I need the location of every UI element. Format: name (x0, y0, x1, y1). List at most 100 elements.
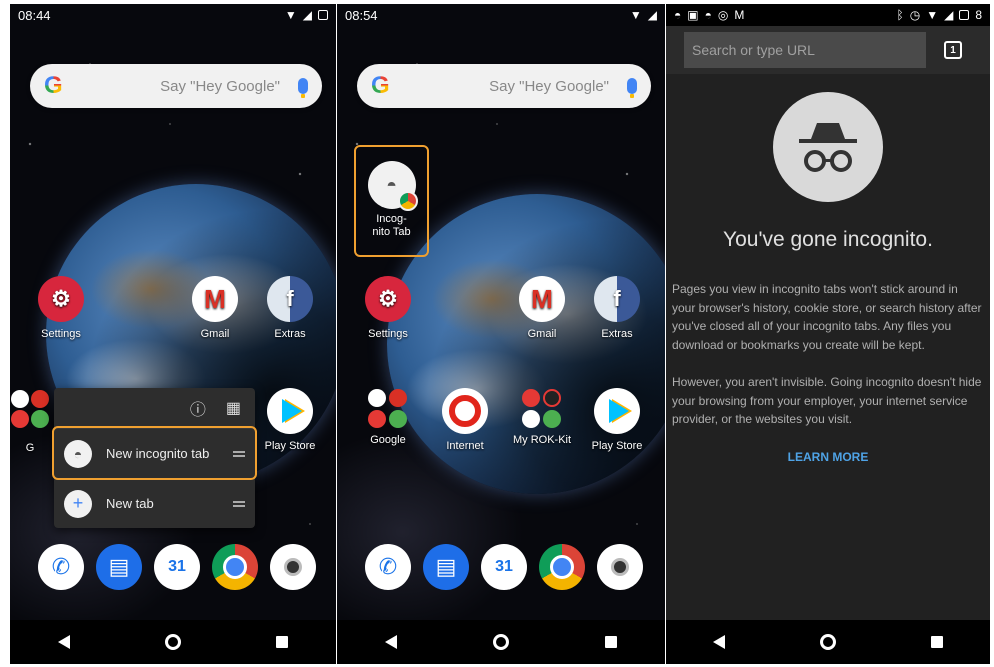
incognito-notification-icon: ◓ (704, 8, 712, 22)
play-store-icon (594, 388, 640, 434)
incognito-tab-shortcut[interactable]: ◓ Incog- nito Tab (354, 145, 429, 257)
app-label: Settings (368, 328, 408, 340)
internet-icon (442, 388, 488, 434)
home-icon[interactable] (164, 634, 181, 650)
gear-icon: ⚙ (365, 276, 411, 322)
google-folder-icon (11, 390, 49, 428)
search-hint: Say "Hey Google" (489, 77, 609, 95)
status-time: 08:54 (345, 7, 378, 23)
url-bar[interactable]: Search or type URL (684, 32, 926, 68)
status-bar: ◓ ▣ ◓ ◎ M ᛒ ◷ ▼ ◢ 8 (666, 4, 990, 26)
app-label: Play Store (591, 440, 643, 452)
back-icon[interactable] (57, 635, 70, 649)
incognito-icon: ◓ (64, 439, 92, 468)
gear-icon: ⚙ (38, 276, 84, 322)
app-google-label-partial: G (10, 442, 50, 454)
google-logo-icon: G (44, 72, 63, 99)
recents-icon[interactable] (930, 636, 943, 648)
status-right-icons: ᛒ ◷ ▼ ◢ 8 (897, 8, 983, 22)
menu-item-label: New tab (106, 496, 154, 511)
app-internet[interactable]: Internet (430, 388, 500, 452)
drag-handle-icon[interactable] (233, 450, 245, 457)
incognito-logo-icon (773, 92, 883, 202)
incognito-paragraph-2: However, you aren't invisible. Going inc… (672, 375, 982, 426)
signal-icon: ◢ (302, 8, 312, 22)
app-extras[interactable]: f Extras (255, 276, 325, 340)
app-label: Extras (274, 328, 306, 340)
extras-folder-icon: f (594, 276, 640, 322)
chrome-app-icon[interactable] (212, 544, 258, 590)
app-gmail[interactable]: M Gmail (507, 276, 577, 340)
incognito-paragraph-1: Pages you view in incognito tabs won't s… (672, 282, 982, 352)
menu-item-new-incognito-tab[interactable]: ◓ New incognito tab (52, 426, 257, 480)
shortcut-menu-actions: ⓘ ▦ (54, 388, 255, 428)
app-google-folder[interactable]: Google (353, 388, 423, 446)
app-settings[interactable]: ⚙ Settings (26, 276, 96, 340)
google-logo-icon: G (371, 72, 390, 99)
status-icons: ▼ ◢ (285, 8, 328, 22)
google-search-bar[interactable]: G Say "Hey Google" (30, 64, 322, 108)
messages-app-icon[interactable]: ▤ (96, 544, 142, 590)
rok-folder-icon (522, 388, 562, 428)
screenshot-root: 08:44 ▼ ◢ G Say "Hey Google" ⚙ Settings … (0, 0, 994, 667)
app-label: Gmail (527, 328, 557, 340)
menu-item-label: New incognito tab (106, 446, 210, 461)
extras-folder-icon: f (267, 276, 313, 322)
status-left-icons: ◓ ▣ ◓ ◎ M (674, 8, 744, 22)
wifi-icon: ▼ (926, 8, 939, 22)
drag-handle-icon[interactable] (233, 500, 245, 507)
bluetooth-icon: ᛒ (896, 8, 904, 22)
app-rok-kit[interactable]: My ROK-Kit (507, 388, 577, 446)
home-icon[interactable] (493, 634, 509, 650)
back-icon[interactable] (385, 635, 397, 649)
calendar-app-icon[interactable]: 31 (481, 544, 527, 590)
app-settings[interactable]: ⚙ Settings (353, 276, 423, 340)
m-notification-icon: M (734, 8, 745, 22)
calendar-day: 31 (168, 558, 186, 575)
wifi-icon: ▼ (284, 8, 297, 22)
signal-icon: ◢ (944, 8, 954, 22)
calendar-app-icon[interactable]: 31 (154, 544, 200, 590)
messages-app-icon[interactable]: ▤ (423, 544, 469, 590)
info-icon[interactable]: ⓘ (190, 396, 206, 420)
recents-icon[interactable] (605, 636, 617, 648)
widgets-icon[interactable]: ▦ (226, 398, 241, 418)
calendar-day: 31 (495, 558, 513, 575)
app-play-store[interactable]: Play Store (255, 388, 325, 452)
nav-bar (337, 620, 665, 664)
app-gmail[interactable]: M Gmail (180, 276, 250, 340)
back-icon[interactable] (713, 635, 726, 649)
app-label: Google (370, 434, 406, 446)
status-time: 08:44 (18, 7, 51, 23)
phone-app-icon[interactable]: ✆ (365, 544, 411, 590)
chrome-shortcut-menu: ⓘ ▦ ◓ New incognito tab + New tab (52, 388, 257, 528)
google-search-bar[interactable]: G Say "Hey Google" (357, 64, 651, 108)
chrome-app-icon[interactable] (539, 544, 585, 590)
status-bar: 08:54 ▼ ◢ (337, 4, 665, 26)
recents-icon[interactable] (276, 636, 289, 648)
chrome-toolbar: Search or type URL 1 (666, 26, 990, 74)
status-time-partial: 8 (975, 8, 982, 22)
google-folder-icon (368, 388, 408, 428)
nav-bar (666, 620, 990, 664)
app-label: My ROK-Kit (512, 434, 572, 446)
tab-switcher-button[interactable]: 1 (944, 41, 962, 59)
vpn-notification-icon: ◎ (717, 8, 729, 22)
app-google-folder[interactable] (10, 390, 50, 430)
menu-item-new-tab[interactable]: + New tab (54, 478, 255, 528)
app-play-store[interactable]: Play Store (582, 388, 652, 452)
learn-more-link[interactable]: LEARN MORE (666, 450, 990, 464)
mic-icon[interactable] (298, 78, 308, 98)
camera-app-icon[interactable] (597, 544, 643, 590)
mic-icon[interactable] (627, 78, 637, 98)
home-icon[interactable] (819, 634, 836, 650)
phone-home-with-shortcut: 08:54 ▼ ◢ G Say "Hey Google" ◓ Incog- ni… (337, 4, 665, 664)
incognito-title: You've gone incognito. (723, 228, 933, 251)
app-extras[interactable]: f Extras (582, 276, 652, 340)
signal-icon: ◢ (647, 8, 657, 22)
phone-app-icon[interactable]: ✆ (38, 544, 84, 590)
incognito-notification-icon: ◓ (674, 8, 682, 22)
camera-app-icon[interactable] (270, 544, 316, 590)
app-label: G (25, 442, 35, 454)
status-icons: ▼ ◢ (630, 8, 657, 22)
